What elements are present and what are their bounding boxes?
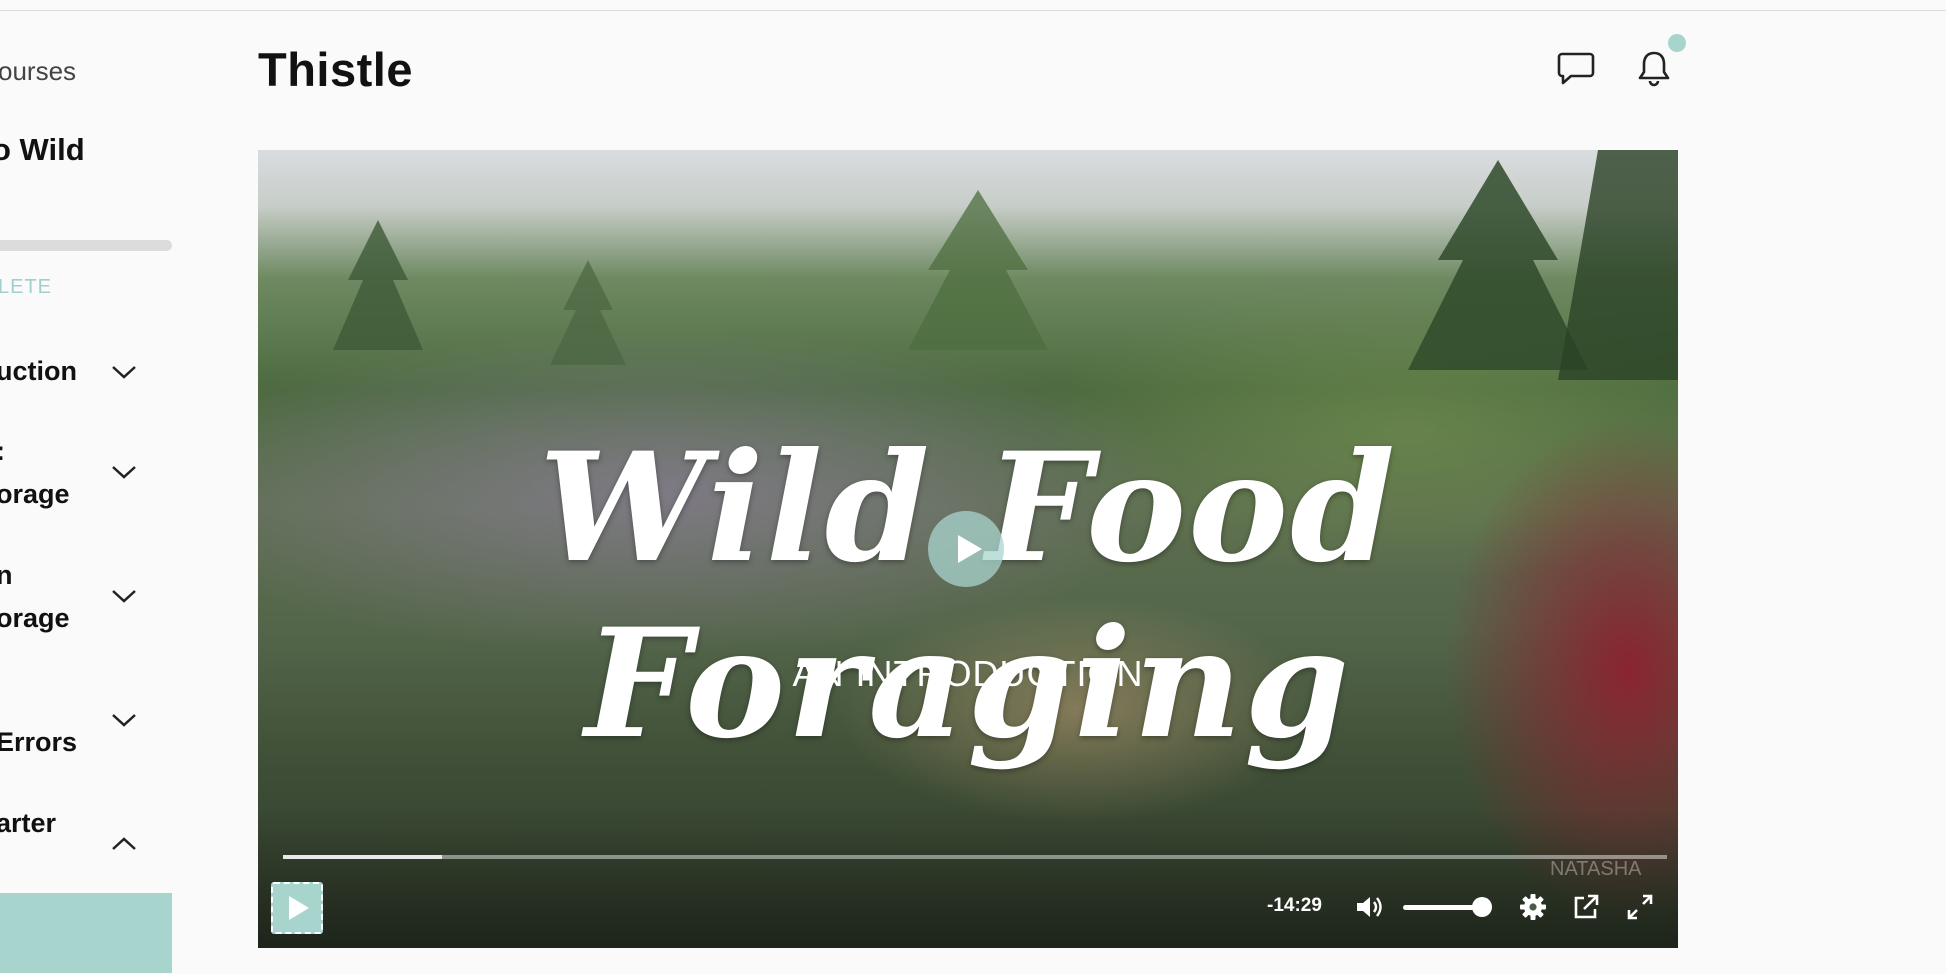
complete-label: LETE bbox=[0, 276, 53, 298]
module-forage-1[interactable]: : orage bbox=[0, 430, 171, 516]
controls-shade bbox=[258, 810, 1678, 948]
module-label: n orage bbox=[0, 560, 70, 633]
module-label: : orage bbox=[0, 436, 70, 509]
chevron-up-icon bbox=[112, 837, 136, 850]
watermark: NATASHA bbox=[1550, 858, 1642, 880]
course-sidebar: ourses o Wild LETE uction : orage n orag… bbox=[0, 0, 175, 974]
video-background-trees bbox=[333, 150, 1678, 380]
module-forage-2[interactable]: n orage bbox=[0, 554, 171, 640]
play-icon bbox=[958, 535, 982, 563]
volume-icon[interactable] bbox=[1354, 892, 1384, 922]
fullscreen-icon[interactable] bbox=[1625, 892, 1655, 922]
top-divider bbox=[0, 10, 1946, 11]
chevron-down-icon bbox=[112, 590, 136, 603]
module-introduction[interactable]: uction bbox=[0, 350, 171, 393]
module-starter[interactable]: arter bbox=[0, 802, 171, 850]
chat-icon[interactable] bbox=[1556, 48, 1596, 88]
course-title: o Wild bbox=[0, 132, 85, 167]
play-icon bbox=[289, 896, 309, 920]
active-lesson-item[interactable] bbox=[0, 893, 172, 973]
center-play-button[interactable] bbox=[928, 511, 1004, 587]
time-remaining: -14:29 bbox=[1267, 895, 1322, 916]
module-label: Errors bbox=[0, 727, 78, 757]
settings-icon[interactable] bbox=[1518, 892, 1548, 922]
video-title-overlay: Wild Food Foraging bbox=[538, 420, 1398, 772]
module-label: arter bbox=[0, 808, 57, 838]
back-to-courses-link[interactable]: ourses bbox=[0, 56, 76, 87]
play-button[interactable] bbox=[271, 882, 323, 934]
chevron-down-icon bbox=[112, 466, 136, 479]
video-subtitle-overlay: AN INTRODUCTION bbox=[792, 653, 1144, 694]
seek-bar[interactable] bbox=[283, 855, 1667, 859]
popout-icon[interactable] bbox=[1571, 892, 1601, 922]
seek-bar-played bbox=[283, 855, 442, 859]
chevron-down-icon bbox=[112, 366, 136, 379]
page-title: Thistle bbox=[258, 43, 413, 96]
video-player[interactable]: Wild Food Foraging AN INTRODUCTION NATAS… bbox=[258, 150, 1678, 948]
chevron-down-icon bbox=[112, 714, 136, 727]
module-errors[interactable]: Errors bbox=[0, 678, 171, 764]
bell-icon[interactable] bbox=[1634, 48, 1674, 88]
course-progress-bar bbox=[0, 240, 172, 251]
volume-slider-handle[interactable] bbox=[1472, 897, 1492, 917]
module-label: uction bbox=[0, 356, 77, 386]
notification-dot bbox=[1668, 34, 1686, 52]
